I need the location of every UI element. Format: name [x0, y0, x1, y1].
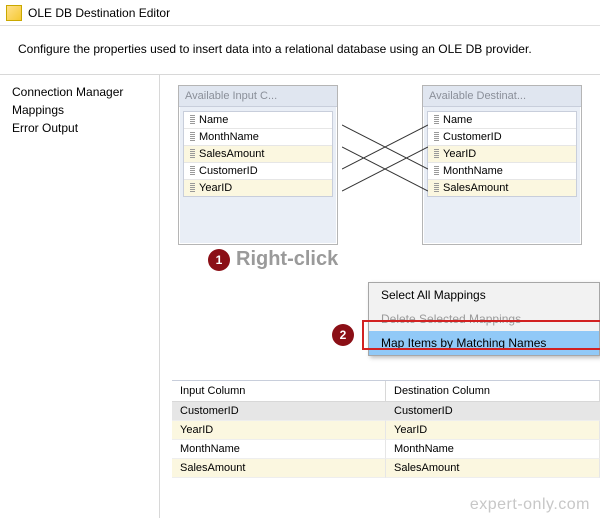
- grid-header: Input Column Destination Column: [172, 381, 600, 402]
- grip-icon: [190, 149, 195, 159]
- grid-cell-input[interactable]: SalesAmount: [172, 459, 386, 478]
- grip-icon: [190, 115, 195, 125]
- input-col-name[interactable]: Name: [184, 112, 332, 129]
- dest-col-yearid[interactable]: YearID: [428, 146, 576, 163]
- dest-col-customerid[interactable]: CustomerID: [428, 129, 576, 146]
- menu-delete-selected-mappings: Delete Selected Mappings: [369, 307, 599, 331]
- context-menu: Select All Mappings Delete Selected Mapp…: [368, 282, 600, 356]
- destination-columns-list: Name CustomerID YearID MonthName SalesAm…: [427, 111, 577, 197]
- destination-columns-header: Available Destinat...: [423, 86, 581, 107]
- dialog-description: Configure the properties used to insert …: [0, 26, 600, 74]
- grip-icon: [190, 166, 195, 176]
- input-col-yearid[interactable]: YearID: [184, 180, 332, 196]
- grip-icon: [190, 132, 195, 142]
- input-col-salesamount[interactable]: SalesAmount: [184, 146, 332, 163]
- grip-icon: [434, 149, 439, 159]
- grid-cell-input[interactable]: YearID: [172, 421, 386, 440]
- available-destination-columns-box[interactable]: Available Destinat... Name CustomerID Ye…: [422, 85, 582, 245]
- nav-item-connection-manager[interactable]: Connection Manager: [0, 83, 159, 101]
- grip-icon: [190, 183, 195, 193]
- nav-item-error-output[interactable]: Error Output: [0, 119, 159, 137]
- input-col-customerid[interactable]: CustomerID: [184, 163, 332, 180]
- available-input-columns-box[interactable]: Available Input C... Name MonthName Sale…: [178, 85, 338, 245]
- dest-col-monthname[interactable]: MonthName: [428, 163, 576, 180]
- grid-header-input[interactable]: Input Column: [172, 381, 386, 402]
- grid-cell-dest[interactable]: YearID: [386, 421, 600, 440]
- grid-cell-dest[interactable]: CustomerID: [386, 402, 600, 421]
- dest-col-name[interactable]: Name: [428, 112, 576, 129]
- nav-item-mappings[interactable]: Mappings: [0, 101, 159, 119]
- grid-row[interactable]: SalesAmount SalesAmount: [172, 459, 600, 478]
- titlebar: OLE DB Destination Editor: [0, 0, 600, 26]
- grid-header-destination[interactable]: Destination Column: [386, 381, 600, 402]
- window-title: OLE DB Destination Editor: [28, 6, 170, 20]
- mapping-diagram: Available Input C... Name MonthName Sale…: [172, 85, 588, 245]
- watermark: expert-only.com: [470, 496, 590, 514]
- dest-col-salesamount[interactable]: SalesAmount: [428, 180, 576, 196]
- menu-map-by-matching-names[interactable]: Map Items by Matching Names: [369, 331, 599, 355]
- grid-row[interactable]: CustomerID CustomerID: [172, 402, 600, 421]
- grip-icon: [434, 183, 439, 193]
- grid-cell-input[interactable]: CustomerID: [172, 402, 386, 421]
- input-columns-list: Name MonthName SalesAmount CustomerID Ye…: [183, 111, 333, 197]
- mapping-lines: [342, 115, 428, 235]
- grid-cell-dest[interactable]: SalesAmount: [386, 459, 600, 478]
- grip-icon: [434, 166, 439, 176]
- grid-row[interactable]: YearID YearID: [172, 421, 600, 440]
- grip-icon: [434, 132, 439, 142]
- grid-cell-dest[interactable]: MonthName: [386, 440, 600, 459]
- grid-cell-input[interactable]: MonthName: [172, 440, 386, 459]
- input-col-monthname[interactable]: MonthName: [184, 129, 332, 146]
- window-icon: [6, 5, 22, 21]
- input-columns-header: Available Input C...: [179, 86, 337, 107]
- grip-icon: [434, 115, 439, 125]
- nav-panel: Connection Manager Mappings Error Output: [0, 75, 160, 518]
- grid-row[interactable]: MonthName MonthName: [172, 440, 600, 459]
- menu-select-all-mappings[interactable]: Select All Mappings: [369, 283, 599, 307]
